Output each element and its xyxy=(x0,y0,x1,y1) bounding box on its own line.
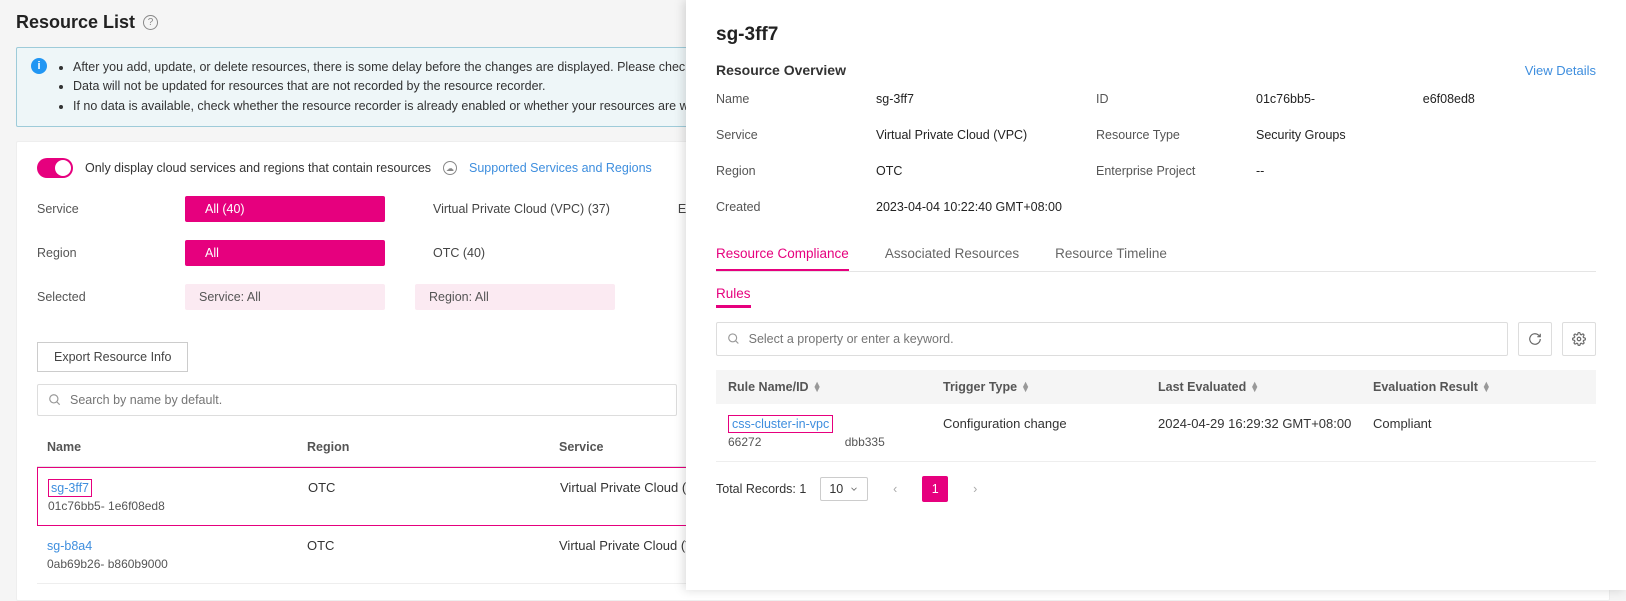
overview-grid: Name sg-3ff7 ID 01c76bb5- e6f08ed8 Servi… xyxy=(716,92,1596,214)
subtab-rules[interactable]: Rules xyxy=(716,286,751,308)
sort-icon: ▲▼ xyxy=(1482,382,1491,393)
selected-region-pill[interactable]: Region: All xyxy=(415,284,615,310)
ov-service-value: Virtual Private Cloud (VPC) xyxy=(876,128,1096,142)
rcol-name[interactable]: Rule Name/ID▲▼ xyxy=(728,380,943,394)
service-filter-vpc[interactable]: Virtual Private Cloud (VPC) (37) xyxy=(413,196,630,222)
rcol-last[interactable]: Last Evaluated▲▼ xyxy=(1158,380,1373,394)
ov-service-label: Service xyxy=(716,128,876,142)
ov-region-value: OTC xyxy=(876,164,1096,178)
view-details-link[interactable]: View Details xyxy=(1525,63,1596,78)
rule-name-link[interactable]: css-cluster-in-vpc xyxy=(728,415,833,433)
sort-icon: ▲▼ xyxy=(1021,382,1030,393)
resource-id: 0ab69b26- b860b9000 xyxy=(47,557,307,571)
search-icon xyxy=(727,332,741,346)
col-region: Region xyxy=(307,440,559,454)
rules-table-header: Rule Name/ID▲▼ Trigger Type▲▼ Last Evalu… xyxy=(716,370,1596,404)
sort-icon: ▲▼ xyxy=(813,382,822,393)
resource-search[interactable] xyxy=(37,384,677,416)
banner-item: After you add, update, or delete resourc… xyxy=(73,58,732,77)
refresh-icon xyxy=(1528,332,1542,346)
settings-button[interactable] xyxy=(1562,322,1596,356)
page-title: Resource List xyxy=(16,12,135,33)
help-icon[interactable]: ? xyxy=(143,15,158,30)
ov-name-value: sg-3ff7 xyxy=(876,92,1096,106)
cloud-icon: ☁ xyxy=(443,161,457,175)
drawer-title: sg-3ff7 xyxy=(716,24,1596,46)
info-icon: i xyxy=(31,58,47,74)
ov-restype-label: Resource Type xyxy=(1096,128,1256,142)
only-display-toggle[interactable] xyxy=(37,158,73,178)
resource-drawer: sg-3ff7 Resource Overview View Details N… xyxy=(686,0,1626,590)
tab-associated[interactable]: Associated Resources xyxy=(885,238,1019,271)
rule-result: Compliant xyxy=(1373,416,1584,431)
rules-row: css-cluster-in-vpc 66272 dbb335 Configur… xyxy=(716,404,1596,462)
rule-id: 66272 dbb335 xyxy=(728,435,943,449)
selected-service-pill[interactable]: Service: All xyxy=(185,284,385,310)
sort-icon: ▲▼ xyxy=(1250,382,1259,393)
banner-item: Data will not be updated for resources t… xyxy=(73,77,732,96)
supported-services-link[interactable]: Supported Services and Regions xyxy=(469,161,652,175)
refresh-button[interactable] xyxy=(1518,322,1552,356)
resource-link[interactable]: sg-3ff7 xyxy=(48,479,92,497)
banner-item: If no data is available, check whether t… xyxy=(73,97,732,116)
col-name: Name xyxy=(47,440,307,454)
ov-created-label: Created xyxy=(716,200,876,214)
ov-id-value: 01c76bb5- e6f08ed8 xyxy=(1256,92,1476,106)
tab-timeline[interactable]: Resource Timeline xyxy=(1055,238,1167,271)
total-records: Total Records: 1 xyxy=(716,482,806,496)
rules-search[interactable] xyxy=(716,322,1508,356)
region-filter-label: Region xyxy=(37,246,185,260)
rule-last: 2024-04-29 16:29:32 GMT+08:00 xyxy=(1158,416,1373,431)
row-region: OTC xyxy=(307,538,559,571)
resource-search-input[interactable] xyxy=(70,393,666,407)
page-size-select[interactable]: 10 xyxy=(820,477,868,501)
ov-ep-value: -- xyxy=(1256,164,1476,178)
service-filter-all[interactable]: All (40) xyxy=(185,196,385,222)
pager-prev[interactable]: ‹ xyxy=(882,476,908,502)
region-filter-all[interactable]: All xyxy=(185,240,385,266)
region-filter-otc[interactable]: OTC (40) xyxy=(413,240,505,266)
ov-created-value: 2023-04-04 10:22:40 GMT+08:00 xyxy=(876,200,1096,214)
row-region: OTC xyxy=(308,480,560,513)
gear-icon xyxy=(1572,332,1586,346)
rcol-result[interactable]: Evaluation Result▲▼ xyxy=(1373,380,1584,394)
search-icon xyxy=(48,393,62,407)
ov-name-label: Name xyxy=(716,92,876,106)
drawer-tabs: Resource Compliance Associated Resources… xyxy=(716,238,1596,272)
selected-label: Selected xyxy=(37,290,185,304)
export-button[interactable]: Export Resource Info xyxy=(37,342,188,372)
chevron-down-icon xyxy=(849,484,859,494)
ov-region-label: Region xyxy=(716,164,876,178)
resource-link[interactable]: sg-b8a4 xyxy=(47,539,92,553)
pager-current: 1 xyxy=(922,476,948,502)
rule-trigger: Configuration change xyxy=(943,416,1158,431)
ov-ep-label: Enterprise Project xyxy=(1096,164,1256,178)
pager: Total Records: 1 10 ‹ 1 › xyxy=(716,476,1596,502)
rcol-trigger[interactable]: Trigger Type▲▼ xyxy=(943,380,1158,394)
rules-search-input[interactable] xyxy=(749,332,1497,346)
tab-compliance[interactable]: Resource Compliance xyxy=(716,238,849,271)
resource-id: 01c76bb5- 1e6f08ed8 xyxy=(48,499,308,513)
ov-restype-value: Security Groups xyxy=(1256,128,1476,142)
overview-heading: Resource Overview xyxy=(716,62,846,78)
pager-next[interactable]: › xyxy=(962,476,988,502)
ov-id-label: ID xyxy=(1096,92,1256,106)
toggle-label: Only display cloud services and regions … xyxy=(85,161,431,175)
service-filter-label: Service xyxy=(37,202,185,216)
